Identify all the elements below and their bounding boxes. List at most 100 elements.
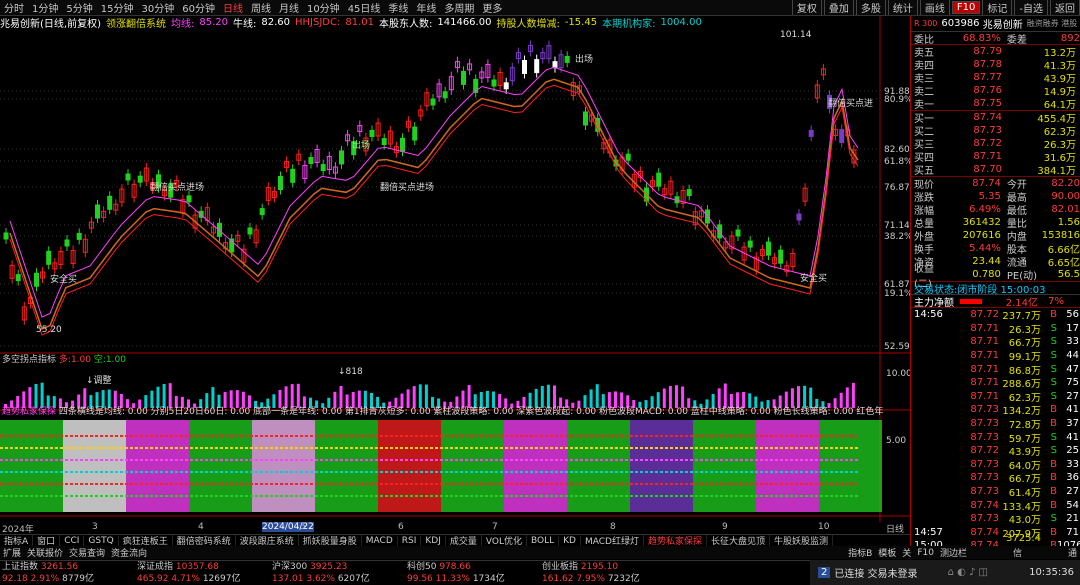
candle-body-137 (839, 129, 845, 144)
tick-price: 87.73 (970, 418, 999, 430)
indicator-tab-2[interactable]: CCI (60, 535, 85, 546)
period-13[interactable]: 多周期 (440, 0, 478, 15)
row2-right-1[interactable]: 模板 (875, 546, 899, 559)
index-name: 创业板指 (542, 561, 579, 572)
period-1[interactable]: 1分钟 (28, 0, 62, 15)
index-bottom: 99.56 11.33% 1734亿 (407, 573, 540, 585)
period-12[interactable]: 年线 (412, 0, 440, 15)
toolbar-btn-0[interactable]: 复权 (791, 0, 822, 15)
indicator-tab-8[interactable]: MACD (362, 535, 398, 546)
row2-right-2[interactable]: 关 (899, 546, 914, 559)
book-price: 87.77 (973, 72, 1002, 83)
tick-price: 87.73 (970, 458, 999, 470)
tick-row-10: 87.72 43.9万 S 25 (911, 444, 1080, 458)
index-0[interactable]: 上证指数 3261.56 92.18 2.91% 8779亿 (0, 561, 135, 584)
row2-left-0[interactable]: 扩展 (0, 546, 24, 559)
indicator-tab-3[interactable]: GSTQ (84, 535, 119, 546)
indicator-tab-18[interactable]: 牛股妖股监测 (770, 535, 834, 546)
kline-chart[interactable]: 91.8880.9%82.6061.8%76.8771.1438.2%61.87… (0, 16, 910, 522)
toolbar-btn-7[interactable]: -自选 (1014, 0, 1048, 15)
period-0[interactable]: 分时 (0, 0, 28, 15)
period-4[interactable]: 30分钟 (137, 0, 178, 15)
period-5[interactable]: 60分钟 (178, 0, 219, 15)
index-2[interactable]: 沪深300 3925.23 137.01 3.62% 6207亿 (270, 561, 405, 584)
toolbar-btn-8[interactable]: 返回 (1050, 0, 1080, 15)
tick-list[interactable]: 14:56 87.72 237.7万 B 56 87.71 26.3万 S 17 87.71 66.… (911, 308, 1080, 559)
sub1-bar-128 (784, 391, 788, 408)
tick-price: 87.71 (970, 322, 999, 334)
indicator-tab-6[interactable]: 波段跟庄系统 (236, 535, 299, 546)
stat-value: 207616 (962, 230, 1001, 241)
connect-status[interactable]: 已连接 交易未登录 (834, 565, 917, 580)
row2-right-0[interactable]: 指标B (845, 546, 875, 559)
sub1-bar-47 (290, 384, 294, 408)
index-pct: 7.95% (576, 573, 608, 584)
indicator-tab-15[interactable]: MACD红绿灯 (581, 535, 644, 546)
sub1-annotation-2: ↓818 (338, 367, 363, 377)
sub1-bar-35 (217, 394, 221, 408)
sub1-bar-12 (77, 394, 81, 408)
stat-value: 90.00 (1051, 191, 1080, 202)
period-11[interactable]: 季线 (384, 0, 412, 15)
sub2-block-4 (252, 420, 315, 512)
sub1-bar-34 (211, 387, 215, 408)
row2-right-3[interactable]: F10 (914, 548, 937, 558)
row2-left-3[interactable]: 资金流向 (108, 546, 150, 559)
period-14[interactable]: 更多 (478, 0, 506, 15)
toolbar-btn-4[interactable]: 画线 (919, 0, 950, 15)
sub1-bar-81 (498, 394, 502, 408)
indicator-tab-17[interactable]: 长征大盘见顶 (707, 535, 770, 546)
price-axis: 91.8880.9%82.6061.8%76.8771.1438.2%61.87… (884, 87, 910, 352)
sub1-title: 多空拐点指标 多:1.00 空:1.00 (2, 353, 126, 365)
weicha-value: 892 (1060, 32, 1080, 44)
index-4[interactable]: 创业板指 2195.10 161.62 7.95% 7232亿 (540, 561, 675, 584)
tick-row-16: 14:57 87.74 207.9万 B 71 (911, 526, 1080, 540)
period-9[interactable]: 10分钟 (303, 0, 344, 15)
period-2[interactable]: 5分钟 (62, 0, 96, 15)
index-1[interactable]: 深证成指 10357.68 465.92 4.71% 12697亿 (135, 561, 270, 584)
indicator-tab-1[interactable]: 窗口 (33, 535, 61, 546)
period-10[interactable]: 45日线 (344, 0, 385, 15)
toolbar-btn-1[interactable]: 叠加 (823, 0, 854, 15)
index-name: 科创50 (407, 561, 437, 572)
toolbar-btn-5[interactable]: F10 (951, 1, 981, 14)
period-3[interactable]: 15分钟 (97, 0, 138, 15)
row2-right-4[interactable]: 测边栏 (937, 546, 970, 559)
candle-body-22 (137, 175, 143, 183)
indicator-tab-5[interactable]: 翻倍密码系统 (173, 535, 236, 546)
indicator-tab-4[interactable]: 疯狂连板王 (119, 535, 173, 546)
toolbar-btn-6[interactable]: 标记 (982, 0, 1013, 15)
bids-row-4[interactable]: 买五 87.70 384.1万 (911, 163, 1080, 177)
tick-count: 27 (1066, 390, 1079, 402)
sub1-bar-98 (601, 394, 605, 408)
tick-count: 37 (1066, 418, 1079, 430)
row2-left-1[interactable]: 关联报价 (24, 546, 66, 559)
period-6[interactable]: 日线 (219, 0, 247, 15)
tick-row-9: 87.73 59.7万 S 41 (911, 430, 1080, 445)
indicator-tab-16[interactable]: 趋势私家保探 (644, 535, 707, 546)
candle-body-125 (766, 241, 771, 256)
indicator-tab-0[interactable]: 指标A (0, 535, 34, 546)
toolbar-btn-3[interactable]: 统计 (887, 0, 918, 15)
sub1-bar-121 (742, 391, 746, 408)
indicator-tab-14[interactable]: KD (559, 535, 581, 546)
indicator-tab-13[interactable]: BOLL (527, 535, 560, 546)
period-8[interactable]: 月线 (275, 0, 303, 15)
asks-row-4[interactable]: 卖一 87.75 64.1万 (911, 97, 1080, 111)
indicator-tab-9[interactable]: RSI (398, 535, 422, 546)
row2-panel-tab-1[interactable]: 通 (1065, 546, 1080, 559)
period-7[interactable]: 周线 (247, 0, 275, 15)
indicator-tab-11[interactable]: 成交量 (446, 535, 482, 546)
index-3[interactable]: 科创50 978.66 99.56 11.33% 1734亿 (405, 561, 540, 585)
row2-panel-tab-0[interactable]: 信 (1010, 546, 1025, 559)
sub1-bar-17 (107, 389, 111, 408)
index-pct: 2.91% (30, 573, 63, 584)
toolbar-btn-2[interactable]: 多股 (855, 0, 886, 15)
tick-price: 87.73 (970, 486, 999, 498)
indicator-tab-10[interactable]: KDJ (421, 535, 446, 546)
row2-left-2[interactable]: 交易查询 (66, 546, 108, 559)
stat-value: 6.49% (969, 204, 1001, 215)
tick-price: 87.71 (970, 377, 999, 389)
indicator-tab-12[interactable]: VOL优化 (482, 535, 527, 546)
indicator-tab-7[interactable]: 抓妖股量身股 (299, 535, 362, 546)
